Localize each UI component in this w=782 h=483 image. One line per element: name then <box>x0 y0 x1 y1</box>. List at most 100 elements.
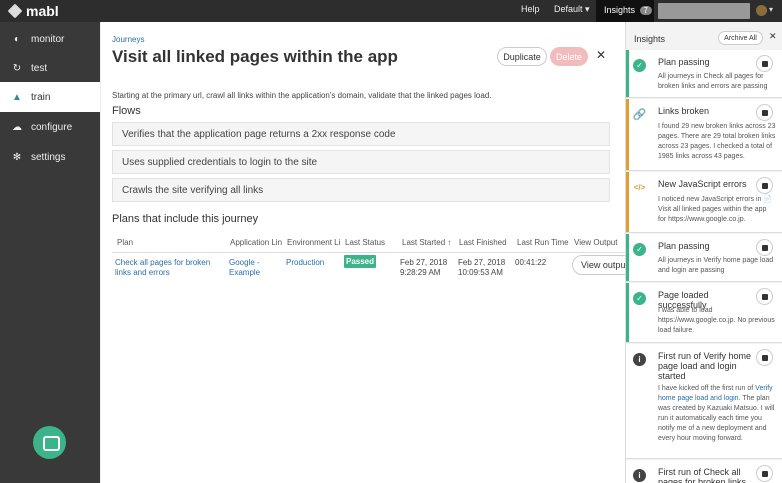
insight-card[interactable]: </> New JavaScript errors I noticed new … <box>626 172 782 233</box>
insights-title: Insights <box>634 34 666 44</box>
insight-title: Links broken <box>658 106 710 116</box>
user-avatar[interactable] <box>756 5 767 16</box>
archive-all-button[interactable]: Archive All <box>718 31 763 45</box>
insight-title: Plan passing <box>658 57 710 67</box>
sidebar-item-train[interactable]: ▲ train <box>0 82 100 112</box>
flows-heading: Flows <box>112 105 141 117</box>
column-header-application[interactable]: Application Lin <box>230 238 282 247</box>
column-header-last-started[interactable]: Last Started ↑ <box>402 238 451 247</box>
insight-body: I noticed new JavaScript errors in 📄 Vis… <box>658 196 773 223</box>
archive-icon <box>761 109 768 116</box>
insights-tab[interactable]: Insights 7 <box>596 0 654 22</box>
sidebar-item-configure[interactable]: ☁ configure <box>0 112 100 142</box>
sidebar: ◐ monitor ↻ test ▲ train ☁ configure ✻ s… <box>0 22 100 483</box>
flow-item[interactable]: Verifies that the application page retur… <box>112 122 610 146</box>
column-header-view-output[interactable]: View Output <box>574 238 617 247</box>
duplicate-button[interactable]: Duplicate <box>497 47 547 66</box>
insight-body-text: The plan was created by Kazuaki Matsuo. … <box>658 395 775 442</box>
status-badge: Passed <box>344 255 376 268</box>
view-output-button[interactable]: View output <box>572 255 625 275</box>
archive-insight-button[interactable] <box>756 239 773 256</box>
cloud-icon: ☁ <box>12 121 22 133</box>
app-name: mabl <box>26 3 59 19</box>
check-circle-icon: ✓ <box>633 59 646 72</box>
insight-body-text: I have kicked off the first run of <box>658 385 754 392</box>
archive-insight-button[interactable] <box>756 55 773 72</box>
insight-body: I have kicked off the first run of Verif… <box>658 384 776 444</box>
insight-body: I found 29 new broken links across 23 pa… <box>658 123 776 160</box>
insight-body: All journeys in Verify home page load an… <box>658 257 774 274</box>
last-started-value: Feb 27, 2018 9:28:29 AM <box>400 258 448 277</box>
insights-count-badge: 7 <box>639 6 652 15</box>
archive-insight-button[interactable] <box>756 465 773 482</box>
card-accent <box>626 50 629 97</box>
broken-link-icon: 🔗 <box>632 109 647 121</box>
mabl-logo[interactable]: mabl <box>7 3 59 19</box>
archive-icon <box>761 182 768 189</box>
breadcrumb[interactable]: Journeys <box>112 35 144 44</box>
archive-icon <box>761 244 768 251</box>
sidebar-item-label: test <box>31 62 48 74</box>
archive-icon <box>761 60 768 67</box>
card-accent <box>626 283 629 342</box>
insight-body: All journeys in Check all pages for brok… <box>658 73 768 90</box>
user-menu-caret[interactable]: ▾ <box>769 5 773 14</box>
sidebar-item-settings[interactable]: ✻ settings <box>0 142 100 172</box>
chat-bubble-icon[interactable] <box>33 426 66 459</box>
code-icon: </> <box>633 183 646 192</box>
info-icon: i <box>633 469 646 482</box>
mabl-logo-icon <box>7 3 23 19</box>
flow-item[interactable]: Uses supplied credentials to login to th… <box>112 150 610 174</box>
insight-card[interactable]: ✓ Page loaded successfully I was able to… <box>626 283 782 343</box>
help-link[interactable]: Help <box>521 4 540 14</box>
refresh-icon: ↻ <box>12 62 22 74</box>
archive-insight-button[interactable] <box>756 288 773 305</box>
environment-dropdown[interactable]: Default ▾ <box>554 4 590 15</box>
insight-card[interactable]: 🔗 Links broken I found 29 new broken lin… <box>626 99 782 171</box>
insight-card[interactable]: i First run of Verify home page load and… <box>626 344 782 459</box>
gear-icon: ✻ <box>12 151 22 163</box>
environment-link[interactable]: Production <box>286 258 341 268</box>
dashboard-icon: ◐ <box>13 33 21 45</box>
column-header-last-finished[interactable]: Last Finished <box>459 238 507 247</box>
close-icon[interactable]: ✕ <box>769 31 777 42</box>
sidebar-item-test[interactable]: ↻ test <box>0 53 100 83</box>
column-header-environment[interactable]: Environment Li <box>287 238 340 247</box>
last-finished-value: Feb 27, 2018 10:09:53 AM <box>458 258 506 277</box>
table-header-divider <box>112 252 625 253</box>
journey-description: Starting at the primary url, crawl all l… <box>112 91 492 100</box>
insight-body: I was able to load https://www.google.co… <box>658 307 775 334</box>
insight-title: First run of Check all pages for broken … <box>658 467 747 483</box>
check-circle-icon: ✓ <box>633 243 646 256</box>
archive-icon <box>761 293 768 300</box>
application-link[interactable]: Google - Example <box>229 258 273 278</box>
archive-insight-button[interactable] <box>756 104 773 121</box>
archive-insight-button[interactable] <box>756 349 773 366</box>
insight-card[interactable]: i First run of Check all pages for broke… <box>626 460 782 483</box>
sidebar-item-label: configure <box>31 121 73 133</box>
column-header-plan[interactable]: Plan <box>117 238 133 247</box>
insight-title: First run of Verify home page load and l… <box>658 351 752 381</box>
card-accent <box>626 234 629 281</box>
last-run-time-value: 00:41:22 <box>515 258 547 267</box>
plan-link[interactable]: Check all pages for broken links and err… <box>115 258 215 278</box>
insight-card[interactable]: ✓ Plan passing All journeys in Verify ho… <box>626 234 782 282</box>
journey-detail: Journeys Visit all linked pages within t… <box>101 22 625 483</box>
card-accent <box>626 172 629 232</box>
insight-card[interactable]: ✓ Plan passing All journeys in Check all… <box>626 50 782 98</box>
close-icon[interactable]: ✕ <box>596 48 606 62</box>
flow-item[interactable]: Crawls the site verifying all links <box>112 178 610 202</box>
page-title: Visit all linked pages within the app <box>112 47 398 66</box>
sidebar-item-monitor[interactable]: ◐ monitor <box>0 24 100 54</box>
column-header-last-run-time[interactable]: Last Run Time <box>517 238 569 247</box>
graduation-cap-icon: ▲ <box>12 91 22 103</box>
card-accent <box>626 99 629 170</box>
insight-title: Plan passing <box>658 241 710 251</box>
archive-insight-button[interactable] <box>756 177 773 194</box>
insights-panel: Insights Archive All ✕ ✓ Plan passing Al… <box>625 22 782 483</box>
column-header-last-status[interactable]: Last Status <box>345 238 385 247</box>
sidebar-item-label: settings <box>31 151 66 163</box>
top-search-box[interactable] <box>658 3 750 19</box>
delete-button[interactable]: Delete <box>550 47 588 66</box>
sidebar-item-label: train <box>31 91 51 103</box>
